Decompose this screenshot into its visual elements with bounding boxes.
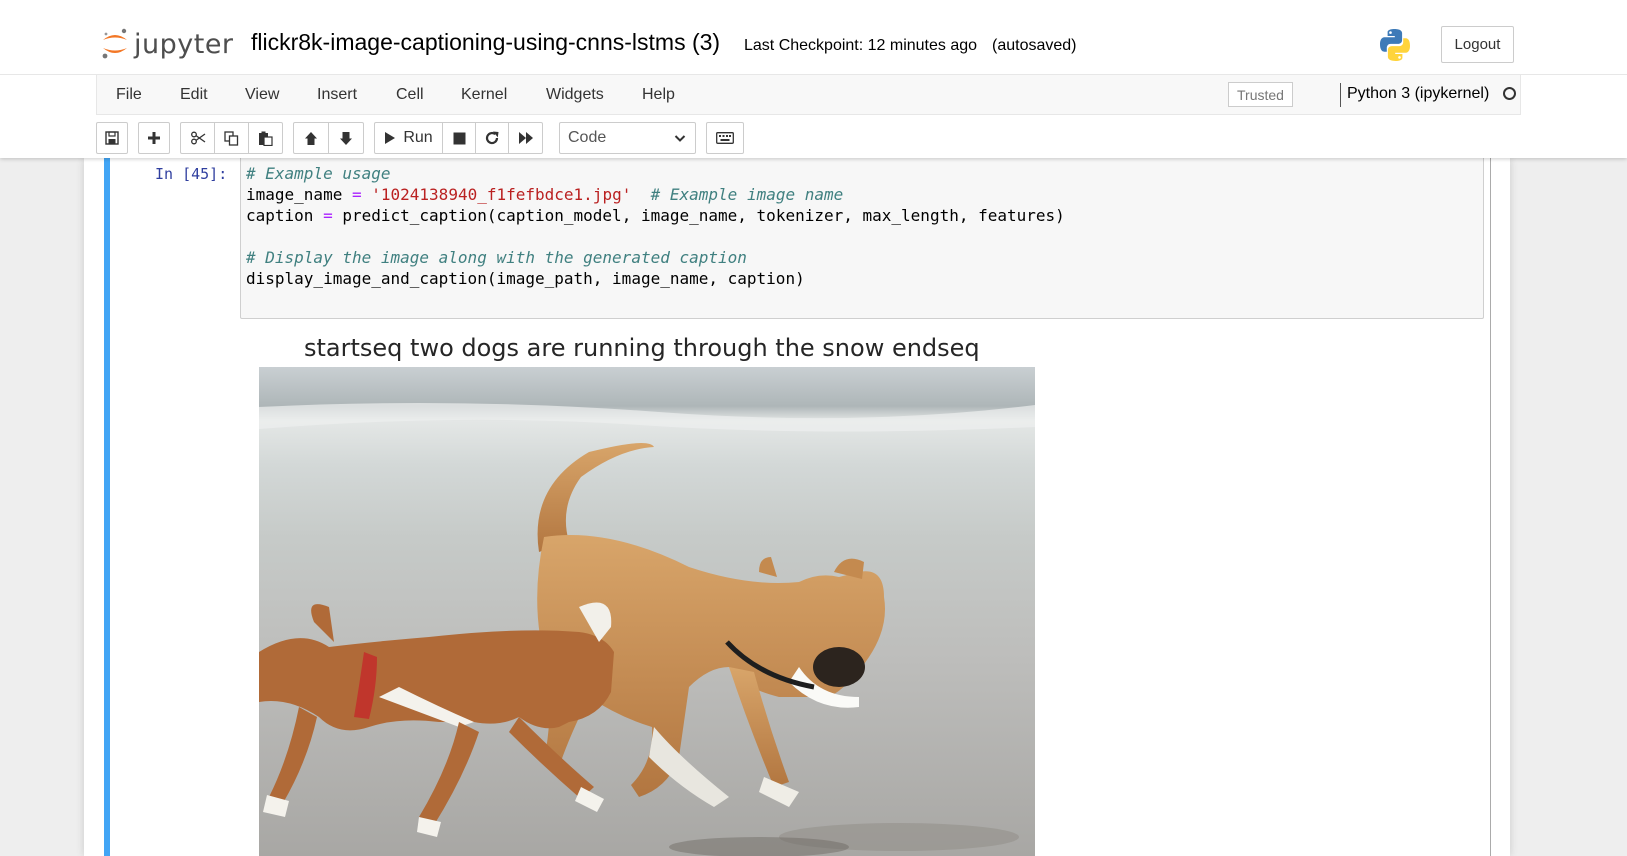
logout-button[interactable]: Logout [1441,26,1514,63]
code-line-6: display_image_and_caption(image_path, im… [246,269,805,288]
output-image [259,367,1035,856]
scissors-icon [190,131,205,145]
chevron-down-icon [674,135,686,142]
trusted-indicator[interactable]: Trusted [1228,82,1293,107]
menu-kernel[interactable]: Kernel [461,86,507,104]
save-icon [105,131,119,145]
code-inline-comment: # Example image name [650,185,844,204]
kernel-separator [1340,83,1341,107]
move-down-button[interactable] [328,122,364,154]
restart-icon [485,131,499,145]
cell-type-value: Code [568,129,607,146]
cut-button[interactable] [180,122,215,154]
menu-view[interactable]: View [245,86,279,104]
input-prompt: In [45]: [155,165,228,183]
command-palette-button[interactable] [706,122,744,154]
code-text: # Example usage image_name = '1024138940… [246,163,1065,289]
code-line-5: # Display the image along with the gener… [246,248,747,267]
jupyter-logo[interactable]: jupyter [100,26,234,62]
jupyter-logo-text: jupyter [134,28,234,60]
code-op: = [351,185,362,204]
python-logo-icon [1380,29,1410,61]
stop-icon [453,132,465,144]
header-top-row: jupyter flickr8k-image-captioning-using-… [0,0,1627,75]
code-line-3: caption = predict_caption(caption_model,… [246,206,1065,225]
cell-type-select[interactable]: Code [559,122,696,154]
dogs-on-beach-image [259,367,1035,856]
restart-run-all-button[interactable] [508,122,543,154]
save-button[interactable] [96,122,128,154]
play-icon [385,132,396,144]
code-var: image_name [246,185,352,204]
jupyter-logo-icon [102,28,127,59]
selected-cell-indicator [104,158,110,856]
arrow-up-icon [305,131,317,145]
move-up-button[interactable] [293,122,329,154]
notebook-name[interactable]: flickr8k-image-captioning-using-cnns-lst… [251,29,720,56]
run-button[interactable]: Run [374,122,443,154]
paste-button[interactable] [248,122,283,154]
run-label: Run [403,129,433,146]
interrupt-kernel-button[interactable] [442,122,476,154]
paste-icon [259,131,273,146]
code-line-1: # Example usage [246,164,391,183]
menubar: File Edit View Insert Cell Kernel Widget… [96,75,1521,115]
restart-kernel-button[interactable] [475,122,509,154]
menu-cell[interactable]: Cell [396,86,424,104]
menu-file[interactable]: File [116,86,142,104]
menu-widgets[interactable]: Widgets [546,86,604,104]
last-checkpoint: Last Checkpoint: 12 minutes ago [744,37,978,54]
copy-button[interactable] [214,122,249,154]
code-line-2: image_name = '1024138940_f1fefbdce1.jpg'… [246,185,843,204]
menu-edit[interactable]: Edit [180,86,208,104]
notebook-header: jupyter flickr8k-image-captioning-using-… [0,0,1627,158]
menu-insert[interactable]: Insert [317,86,357,104]
code-string: '1024138940_f1fefbdce1.jpg' [371,185,632,204]
output-caption-title: startseq two dogs are running through th… [304,334,980,362]
copy-icon [224,130,239,146]
toolbar: Run Code [96,122,1521,154]
kernel-idle-icon [1503,87,1516,100]
keyboard-icon [716,132,734,144]
code-op: = [323,206,333,225]
fast-forward-icon [518,132,533,144]
insert-cell-button[interactable] [138,122,170,154]
autosave-status: (autosaved) [992,37,1077,54]
menu-help[interactable]: Help [642,86,675,104]
arrow-down-icon [340,131,352,145]
kernel-name[interactable]: Python 3 (ipykernel) [1347,85,1489,103]
plus-icon [148,132,160,144]
